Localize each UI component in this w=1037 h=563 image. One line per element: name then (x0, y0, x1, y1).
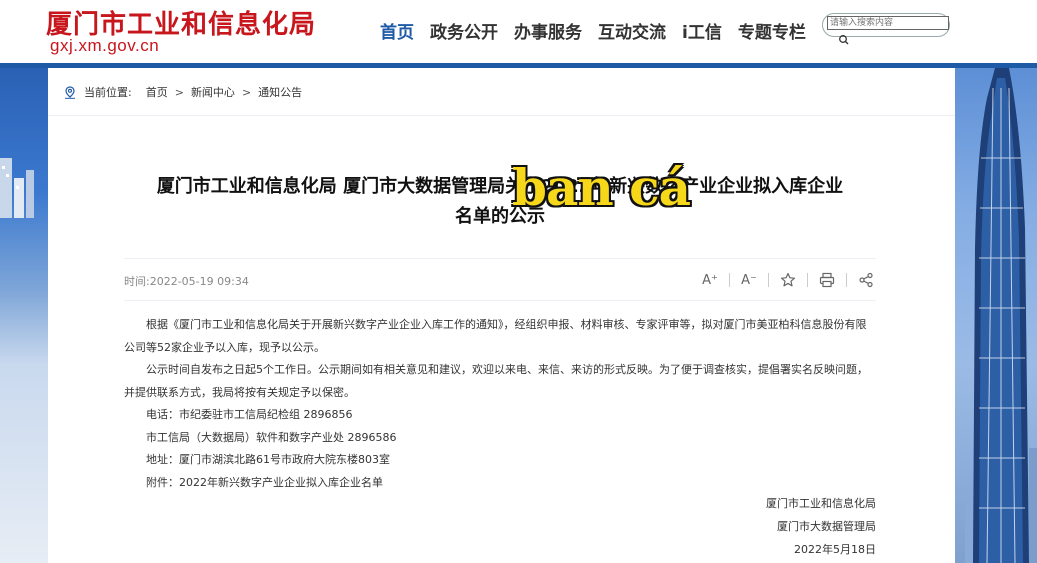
meta-divider (124, 258, 876, 259)
body-paragraph: 电话：市纪委驻市工信局纪检组 2896856 (146, 408, 353, 421)
site-domain: gxj.xm.gov.cn (50, 36, 160, 55)
share-button[interactable] (856, 271, 876, 289)
nav-item-gov-affairs[interactable]: 政务公开 (422, 18, 506, 43)
body-paragraph: 市工信局（大数据局）软件和数字产业处 2896586 (146, 430, 397, 444)
nav-item-interaction[interactable]: 互动交流 (590, 18, 674, 43)
signature-issuer-1: 厦门市工业和信息化局 (766, 497, 876, 510)
nav-item-services[interactable]: 办事服务 (506, 18, 590, 43)
tool-separator (807, 273, 808, 287)
search-icon[interactable] (838, 34, 850, 46)
font-increase-button[interactable]: A⁺ (700, 271, 720, 289)
main-nav: 首页 政务公开 办事服务 互动交流 i工信 专题专栏 (372, 18, 814, 43)
attachment-link[interactable]: 附件：2022年新兴数字产业企业拟入库企业名单 (124, 472, 876, 495)
body-paragraph: 地址：厦门市湖滨北路61号市政府大院东楼803室 (146, 453, 390, 466)
font-decrease-button[interactable]: A⁻ (739, 271, 759, 289)
breadcrumb-notices[interactable]: 通知公告 (258, 84, 302, 100)
article-body: 根据《厦门市工业和信息化局关于开展新兴数字产业企业入库工作的通知》，经组织申报、… (124, 314, 876, 494)
publish-time: 时间:2022-05-19 09:34 (124, 275, 249, 288)
print-button[interactable] (817, 271, 837, 289)
breadcrumb-label: 当前位置: (84, 86, 132, 99)
tower-illustration (965, 68, 1037, 563)
nav-item-i-gongxin[interactable]: i工信 (674, 18, 730, 43)
search-input[interactable] (827, 16, 949, 30)
signature-issuer-2: 厦门市大数据管理局 (777, 520, 876, 533)
article-title-line-2: 名单的公示 (455, 206, 545, 227)
body-paragraph: 公示时间自发布之日起5个工作日。公示期间如有相关意见和建议，欢迎以来电、来信、来… (124, 363, 868, 399)
breadcrumb-divider (48, 115, 955, 116)
location-pin-icon (65, 85, 75, 99)
nav-item-special-topics[interactable]: 专题专栏 (730, 18, 814, 43)
site-header: 厦门市工业和信息化局 gxj.xm.gov.cn 首页 政务公开 办事服务 互动… (0, 0, 1037, 63)
signature-date: 2022年5月18日 (794, 543, 876, 556)
tool-separator (846, 273, 847, 287)
breadcrumb: 当前位置: 首页 > 新闻中心 > 通知公告 (64, 84, 302, 100)
star-icon (780, 272, 796, 287)
article-title: 厦门市工业和信息化局 厦门市大数据管理局关于2022年新兴数字产业企业拟入库企业… (124, 172, 876, 232)
tool-separator (729, 273, 730, 287)
breadcrumb-home[interactable]: 首页 (146, 84, 168, 100)
meta-divider (124, 300, 876, 301)
printer-icon (819, 272, 835, 288)
watermark-overlay: ban cá (512, 158, 691, 217)
favorite-button[interactable] (778, 271, 798, 289)
body-paragraph: 根据《厦门市工业和信息化局关于开展新兴数字产业企业入库工作的通知》，经组织申报、… (124, 318, 867, 354)
article-title-line-1: 厦门市工业和信息化局 厦门市大数据管理局关于2022年新兴数字产业企业拟入库企业 (156, 176, 844, 197)
article-tools: A⁺ A⁻ (700, 271, 876, 289)
tool-separator (768, 273, 769, 287)
background-city-left (0, 68, 48, 563)
share-icon (859, 272, 873, 288)
nav-item-home[interactable]: 首页 (372, 18, 422, 43)
breadcrumb-separator: > (174, 85, 184, 99)
breadcrumb-separator: > (241, 85, 252, 99)
breadcrumb-news-center[interactable]: 新闻中心 (191, 84, 235, 100)
